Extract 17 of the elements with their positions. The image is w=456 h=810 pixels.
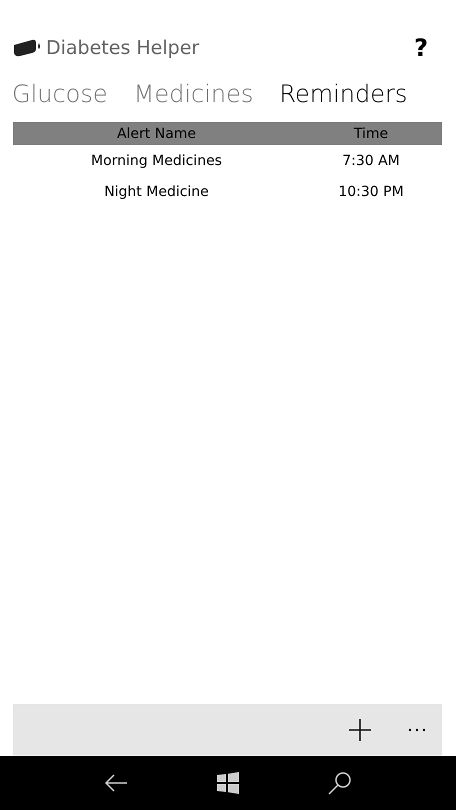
windows-icon[interactable]	[216, 772, 239, 794]
tab[interactable]: Glucose	[12, 80, 108, 108]
column-header: Time	[352, 126, 390, 142]
back-icon[interactable]	[104, 773, 128, 793]
column-header: Alert Name	[116, 126, 198, 142]
tab[interactable]: Medicines	[134, 80, 254, 108]
help-button[interactable]: ?	[414, 34, 428, 62]
tab[interactable]: Reminders	[279, 80, 408, 108]
table-cell-text: 10:30 PM	[337, 184, 405, 200]
app-title: Diabetes Helper	[46, 37, 200, 59]
search-icon[interactable]	[328, 771, 352, 795]
table-cell-text: Night Medicine	[103, 184, 210, 200]
add-icon[interactable]	[348, 718, 372, 742]
table-cell-text: 7:30 AM	[341, 152, 401, 168]
glucose-meter-icon	[12, 37, 42, 59]
table-cell-text: Morning Medicines	[90, 152, 223, 168]
more-icon[interactable]	[408, 728, 426, 732]
